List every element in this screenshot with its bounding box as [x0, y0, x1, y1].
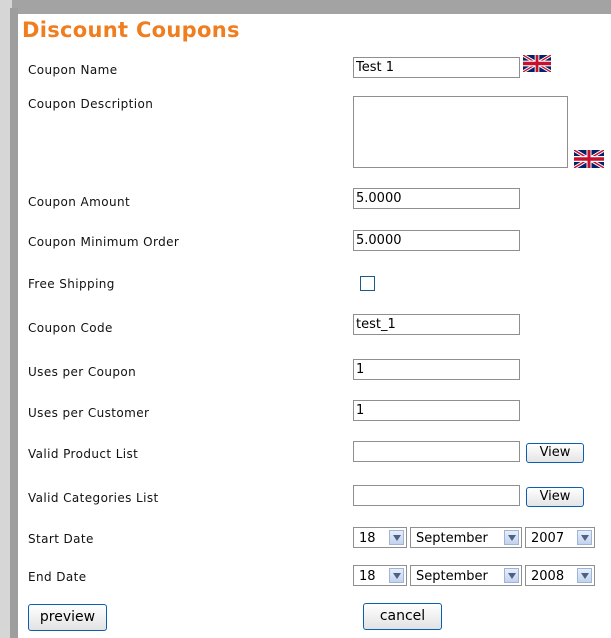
chevron-down-icon [504, 568, 519, 583]
coupon-amount-label: Coupon Amount [28, 195, 131, 209]
uses-per-customer-input[interactable] [353, 400, 520, 421]
view-product-list-button[interactable]: View [526, 443, 584, 463]
start-date-day-select[interactable]: 18 [353, 527, 407, 548]
start-date-month-value: September [416, 531, 488, 546]
coupon-code-label: Coupon Code [28, 321, 113, 335]
chevron-down-icon [389, 568, 404, 583]
end-date-day-value: 18 [359, 569, 376, 584]
end-date-month-select[interactable]: September [410, 565, 522, 586]
cancel-button[interactable]: cancel [363, 603, 442, 630]
chevron-down-icon [577, 568, 592, 583]
chevron-down-icon [577, 530, 592, 545]
end-date-label: End Date [28, 570, 87, 584]
end-date-day-select[interactable]: 18 [353, 565, 407, 586]
end-date-year-value: 2008 [531, 569, 565, 584]
uk-flag-icon[interactable] [523, 55, 551, 72]
page-title: Discount Coupons [22, 18, 240, 42]
start-date-year-value: 2007 [531, 531, 565, 546]
end-date-month-value: September [416, 569, 488, 584]
coupon-form-panel: Discount Coupons Coupon Name Coupon Desc… [18, 14, 611, 638]
valid-categories-list-label: Valid Categories List [28, 491, 159, 505]
coupon-description-label: Coupon Description [28, 97, 154, 111]
free-shipping-checkbox[interactable] [360, 276, 375, 291]
view-categories-list-button[interactable]: View [526, 487, 584, 507]
free-shipping-label: Free Shipping [28, 277, 115, 291]
chevron-down-icon [389, 530, 404, 545]
uses-per-coupon-input[interactable] [353, 359, 520, 380]
start-date-year-select[interactable]: 2007 [525, 527, 595, 548]
preview-button[interactable]: preview [28, 604, 107, 631]
chevron-down-icon [504, 530, 519, 545]
coupon-description-textarea[interactable] [353, 96, 568, 168]
coupon-amount-input[interactable] [353, 188, 520, 209]
uk-flag-icon[interactable] [574, 150, 604, 168]
valid-categories-list-input[interactable] [353, 485, 520, 506]
uses-per-coupon-label: Uses per Coupon [28, 365, 137, 379]
coupon-minimum-order-input[interactable] [353, 230, 520, 251]
start-date-month-select[interactable]: September [410, 527, 522, 548]
start-date-label: Start Date [28, 532, 94, 546]
start-date-day-value: 18 [359, 531, 376, 546]
window-frame-top [0, 0, 611, 14]
coupon-minimum-order-label: Coupon Minimum Order [28, 235, 180, 249]
coupon-name-input[interactable] [353, 57, 520, 78]
coupon-name-label: Coupon Name [28, 63, 118, 77]
window-frame-left [0, 0, 18, 638]
valid-product-list-label: Valid Product List [28, 447, 139, 461]
end-date-year-select[interactable]: 2008 [525, 565, 595, 586]
coupon-code-input[interactable] [353, 314, 520, 335]
uses-per-customer-label: Uses per Customer [28, 406, 150, 420]
valid-product-list-input[interactable] [353, 441, 520, 462]
